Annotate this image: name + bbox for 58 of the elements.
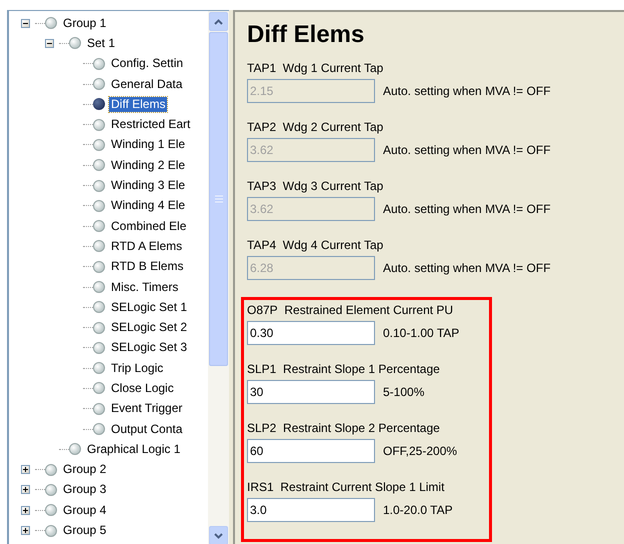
grip-icon [214, 195, 222, 203]
tree-item[interactable]: Close Logic [109, 380, 176, 396]
setting-range: OFF,25-200% [383, 443, 458, 460]
scroll-down-button[interactable] [209, 526, 228, 544]
setting-field[interactable]: 30 [247, 380, 375, 404]
page-title: Diff Elems [247, 20, 366, 50]
expand-toggle[interactable] [21, 526, 30, 536]
setting-range: 5-100% [383, 384, 424, 401]
tree-item[interactable]: RTD B Elems [109, 259, 186, 274]
setting-label: TAP1 Wdg 1 Current Tap [247, 61, 384, 76]
setting-label: TAP4 Wdg 4 Current Tap [247, 238, 384, 253]
tree-item[interactable]: Event Trigger [109, 401, 184, 416]
setting-label: IRS1 Restraint Current Slope 1 Limit [247, 480, 446, 495]
tree-item[interactable]: Diff Elems [109, 96, 168, 112]
tree-item[interactable]: RTD A Elems [109, 238, 184, 254]
expand-toggle[interactable] [21, 485, 30, 494]
expand-toggle[interactable] [21, 465, 30, 474]
collapse-toggle[interactable] [45, 38, 54, 48]
tree-item[interactable]: Output Conta [109, 422, 184, 437]
tree-item[interactable]: Winding 1 Ele [109, 137, 188, 152]
collapse-toggle[interactable] [21, 18, 30, 28]
tree-item[interactable]: Config. Settin [109, 56, 186, 72]
setting-range: 1.0-20.0 TAP [383, 502, 453, 519]
tree-item[interactable]: SELogic Set 2 [109, 320, 190, 336]
setting-range: Auto. setting when MVA != OFF [383, 83, 551, 100]
setting-range: Auto. setting when MVA != OFF [383, 260, 551, 277]
tree-item[interactable]: Group 4 [61, 502, 108, 518]
setting-label: TAP2 Wdg 2 Current Tap [247, 120, 384, 135]
tree-item[interactable]: Winding 4 Ele [109, 198, 188, 214]
setting-field[interactable]: 3.0 [247, 498, 375, 522]
tree-item[interactable]: Group 3 [61, 482, 108, 498]
setting-range: 0.10-1.00 TAP [383, 325, 460, 342]
tree-item[interactable]: Group 5 [61, 523, 108, 538]
tree-item[interactable]: SELogic Set 3 [109, 340, 190, 356]
tree-item[interactable]: Trip Logic [109, 360, 166, 376]
expand-toggle[interactable] [21, 506, 30, 515]
tree-item[interactable]: General Data [109, 76, 184, 92]
caret-down-icon [214, 532, 223, 538]
tree-item[interactable]: Restricted Eart [109, 117, 192, 132]
tree-item[interactable]: Graphical Logic 1 [85, 442, 182, 457]
caret-up-icon [214, 18, 223, 24]
setting-label: TAP3 Wdg 3 Current Tap [247, 179, 384, 194]
scroll-up-button[interactable] [209, 12, 228, 31]
tree-item[interactable]: Set 1 [85, 36, 118, 51]
setting-label: SLP2 Restraint Slope 2 Percentage [247, 421, 441, 436]
tree-item[interactable]: Misc. Timers [109, 280, 180, 294]
tree-item[interactable]: Winding 3 Ele [109, 178, 188, 194]
setting-range: Auto. setting when MVA != OFF [383, 142, 551, 159]
tree-item[interactable]: Combined Ele [109, 218, 188, 234]
setting-range: Auto. setting when MVA != OFF [383, 201, 551, 218]
setting-field[interactable]: 0.30 [247, 321, 375, 345]
tree-item[interactable]: Winding 2 Ele [109, 158, 188, 173]
setting-label: SLP1 Restraint Slope 1 Percentage [247, 362, 441, 377]
tree-item[interactable]: Group 2 [61, 462, 108, 478]
tree-item[interactable]: SELogic Set 1 [109, 300, 190, 315]
tree-item[interactable]: Group 1 [61, 16, 108, 31]
setting-label: O87P Restrained Element Current PU [247, 303, 454, 318]
setting-field[interactable]: 60 [247, 439, 375, 463]
